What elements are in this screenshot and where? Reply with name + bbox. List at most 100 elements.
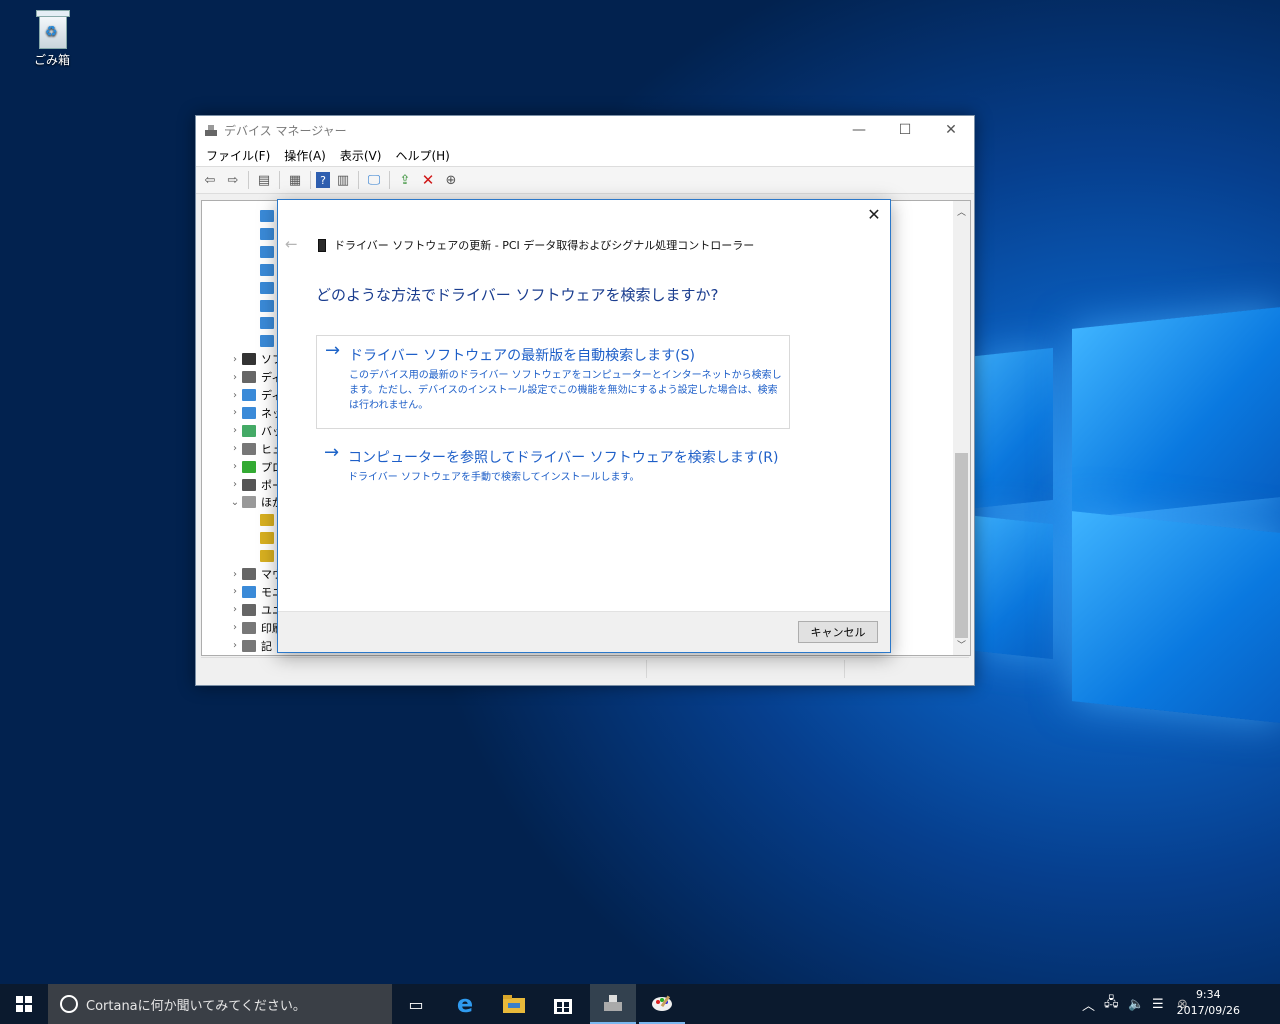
cancel-button[interactable]: キャンセル <box>798 621 878 643</box>
scroll-down-icon[interactable]: ﹀ <box>953 638 970 651</box>
menu-view[interactable]: 表示(V) <box>334 147 390 164</box>
network-icon[interactable]: 🖧 <box>1104 984 1119 1024</box>
dialog-close-button[interactable]: ✕ <box>864 204 884 224</box>
show-hidden-icons[interactable]: ︿ <box>1082 984 1095 1024</box>
properties-icon[interactable]: ▦ <box>285 170 305 190</box>
device-manager-app-icon <box>204 123 218 137</box>
tree-item[interactable]: › バッ <box>228 422 283 440</box>
scan-hardware-icon[interactable]: 🖵 <box>364 170 384 190</box>
scroll-up-icon[interactable]: ︿ <box>953 205 970 218</box>
device-category-icon <box>242 371 256 384</box>
dialog-question: どのような方法でドライバー ソフトウェアを検索しますか? <box>316 286 719 304</box>
tree-item[interactable]: › ディ <box>228 386 282 404</box>
tree-item[interactable]: › 印刷 <box>228 619 283 637</box>
file-explorer-icon[interactable] <box>492 984 536 1024</box>
search-placeholder: Cortanaに何か聞いてみてください。 <box>86 998 306 1014</box>
recycle-bin-label: ごみ箱 <box>33 53 70 67</box>
expand-icon[interactable]: › <box>228 586 242 597</box>
tree-item[interactable]: › プロ <box>228 458 283 476</box>
forward-icon[interactable]: ⇨ <box>223 170 243 190</box>
help-icon[interactable]: ? <box>316 172 330 188</box>
show-hide-console-tree-icon[interactable]: ▤ <box>254 170 274 190</box>
tree-item[interactable]: › 記 <box>228 637 272 655</box>
device-category-icon <box>242 389 256 401</box>
uninstall-device-icon[interactable]: ✕ <box>418 170 438 190</box>
expand-icon[interactable]: › <box>228 407 242 418</box>
minimize-button[interactable]: — <box>836 116 882 144</box>
tree-item[interactable]: › ディ <box>228 368 282 386</box>
update-driver-dialog: ✕ ← ドライバー ソフトウェアの更新 - PCI データ取得およびシグナル処理… <box>277 199 891 653</box>
windows-logo-pane-tl <box>975 347 1053 509</box>
expand-icon[interactable]: › <box>228 372 242 383</box>
device-category-icon <box>242 603 256 616</box>
start-button[interactable] <box>0 984 48 1024</box>
option2-desc: ドライバー ソフトウェアを手動で検索してインストールします。 <box>348 472 640 483</box>
edge-browser-icon[interactable]: e <box>443 984 487 1024</box>
expand-icon[interactable]: › <box>228 569 242 580</box>
device-manager-taskbar-icon[interactable] <box>590 984 636 1024</box>
collapse-icon[interactable]: ⌄ <box>228 497 242 508</box>
tree-item[interactable]: › ヒュ <box>228 440 283 458</box>
menu-action[interactable]: 操作(A) <box>278 147 334 164</box>
expand-icon[interactable]: › <box>228 425 242 436</box>
store-icon[interactable] <box>541 984 585 1024</box>
menu-file[interactable]: ファイル(F) <box>200 147 278 164</box>
tree-item[interactable]: › マウ <box>228 565 283 583</box>
windows-logo-pane-tr <box>1072 307 1280 519</box>
expand-icon[interactable]: › <box>228 461 242 472</box>
tree-item[interactable]: › ネッ <box>228 404 283 422</box>
close-window-button[interactable]: ✕ <box>928 116 974 144</box>
recycle-bin-icon: ♻ <box>35 8 70 49</box>
back-icon[interactable]: ⇦ <box>200 170 220 190</box>
tree-item[interactable]: › モニ <box>228 583 283 601</box>
paint-icon[interactable] <box>639 984 685 1024</box>
option2-title: コンピューターを参照してドライバー ソフトウェアを検索します(R) <box>348 450 779 466</box>
menu-help[interactable]: ヘルプ(H) <box>389 147 457 164</box>
cortana-icon <box>60 995 78 1013</box>
maximize-button[interactable]: ☐ <box>882 116 928 144</box>
clock-time: 9:34 <box>1195 988 1221 1001</box>
expand-icon[interactable]: › <box>228 390 242 401</box>
disable-device-icon[interactable]: ⊕ <box>441 170 461 190</box>
action-pane-icon[interactable]: ▥ <box>333 170 353 190</box>
expand-icon[interactable]: › <box>228 604 242 615</box>
device-manager-titlebar[interactable]: デバイス マネージャー — ☐ ✕ <box>196 116 974 144</box>
expand-icon[interactable]: › <box>228 354 242 365</box>
option1-title: ドライバー ソフトウェアの最新版を自動検索します(S) <box>349 348 695 364</box>
status-bar <box>201 657 969 680</box>
cortana-search-box[interactable]: Cortanaに何か聞いてみてください。 <box>48 984 392 1024</box>
expand-icon[interactable]: › <box>228 479 242 490</box>
browse-computer-option[interactable]: → コンピューターを参照してドライバー ソフトウェアを検索します(R) ドライバ… <box>316 438 788 488</box>
device-category-icon <box>242 568 256 580</box>
scrollbar-thumb[interactable] <box>955 453 968 638</box>
expand-icon[interactable]: › <box>228 622 242 633</box>
device-category-icon <box>260 317 274 330</box>
tree-item[interactable]: › ユニ <box>228 601 283 619</box>
dialog-back-icon[interactable]: ← <box>285 235 298 253</box>
action-center-icon[interactable]: ☰ <box>1152 984 1164 1024</box>
device-category-icon <box>260 227 274 240</box>
volume-muted-icon[interactable]: 🔈 <box>1128 984 1144 1024</box>
tree-item[interactable]: › ポー <box>228 476 283 494</box>
windows-logo-pane-bl <box>975 515 1053 660</box>
tree-scrollbar[interactable]: ︿ ﹀ <box>953 201 970 655</box>
window-title: デバイス マネージャー <box>224 123 347 138</box>
device-category-icon <box>242 478 256 491</box>
recycle-bin[interactable]: ♻ ごみ箱 <box>24 8 80 68</box>
device-category-icon <box>242 424 256 437</box>
warning-device-icon <box>260 550 274 563</box>
task-view-icon[interactable]: ▭ <box>394 984 438 1024</box>
search-automatically-option[interactable]: → ドライバー ソフトウェアの最新版を自動検索します(S) このデバイス用の最新… <box>316 335 790 429</box>
device-category-icon <box>260 245 274 258</box>
device-category-icon <box>242 639 256 652</box>
tree-item[interactable]: ⌄ ほか <box>228 493 283 511</box>
windows-logo-pane-br <box>1072 511 1280 723</box>
menu-bar: ファイル(F) 操作(A) 表示(V) ヘルプ(H) <box>196 144 974 166</box>
warning-device-icon <box>260 532 274 545</box>
tree-item[interactable]: › ソフ <box>228 350 283 368</box>
clock[interactable]: 9:34 2017/09/26 <box>1177 987 1240 1019</box>
device-category-icon <box>242 460 256 473</box>
update-driver-icon[interactable]: ⇪ <box>395 170 415 190</box>
expand-icon[interactable]: › <box>228 443 242 454</box>
expand-icon[interactable]: › <box>228 640 242 651</box>
